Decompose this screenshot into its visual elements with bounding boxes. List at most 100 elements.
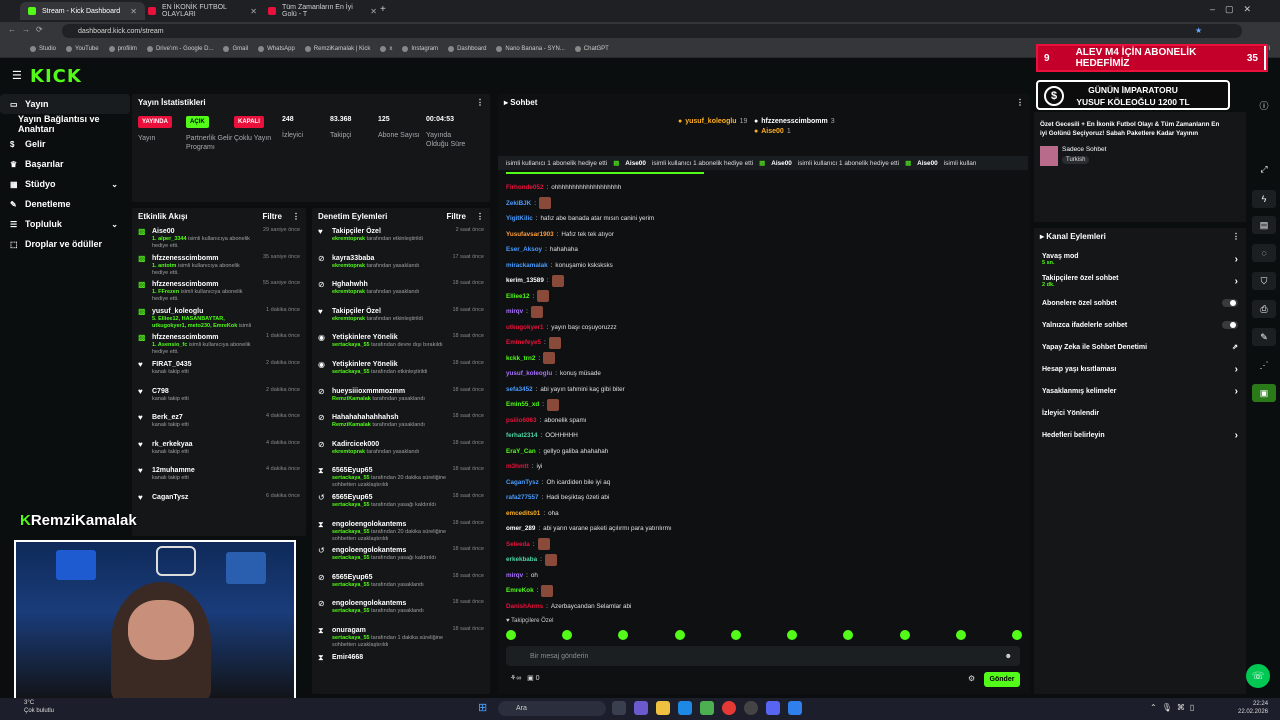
info-icon[interactable]: ⓘ: [1252, 96, 1276, 114]
channel-action[interactable]: Yalnızca ifadelerle sohbet: [1034, 314, 1246, 336]
chat-username[interactable]: YigitKilic: [506, 215, 533, 222]
channel-action[interactable]: Abonelere özel sohbet: [1034, 292, 1246, 314]
chat-message[interactable]: utkugokyer1: yayın başı coşuyoruzzz: [498, 320, 1028, 336]
close-icon[interactable]: ✕: [250, 7, 257, 16]
sidebar-item[interactable]: $ Gelir: [0, 134, 130, 154]
activity-item[interactable]: ▩ yusuf_koleoglu 5. Elliee12, HASANBAYTAR,…: [132, 304, 306, 331]
sidebar-item[interactable]: ♛ Başarılar: [0, 154, 130, 174]
toggle-switch[interactable]: [1222, 321, 1238, 329]
chat-message[interactable]: m3hmtt: iyi: [498, 459, 1028, 475]
taskbar-search[interactable]: Ara: [498, 701, 606, 716]
chat-username[interactable]: ZekiBJK: [506, 200, 531, 207]
bookmark-item[interactable]: YouTube: [66, 45, 99, 52]
chat-message[interactable]: yusuf_koleoglu: konuş müsade: [498, 366, 1028, 382]
moderation-item[interactable]: ⊘ kayra33baba ekremtoprak tarafından yasak…: [312, 251, 490, 278]
chat-username[interactable]: utkugokyer1: [506, 324, 543, 331]
bookmark-item[interactable]: x: [380, 45, 392, 52]
channel-action[interactable]: Yapay Zeka ile Sohbet Denetimi ⇗: [1034, 336, 1246, 358]
chat-message[interactable]: ferhat2314: OOHHHHH: [498, 428, 1028, 444]
wrench-icon[interactable]: ✎: [1252, 328, 1276, 346]
chat-message[interactable]: Eser_Aksoy: hahahaha: [498, 242, 1028, 258]
channel-action[interactable]: Takipçilere özel sohbet 2 dk. ›: [1034, 270, 1246, 292]
emote-icon[interactable]: [843, 630, 854, 640]
activity-item[interactable]: ♥ CaganTysz 6 dakika önce: [132, 490, 306, 517]
activity-item[interactable]: ♥ FIRAT_0435 kanalı takip etti 2 dakika önc…: [132, 357, 306, 384]
moderation-item[interactable]: ◉ Yetişkinlere Yönelik sertackaya_55 taraf…: [312, 330, 490, 357]
activity-item[interactable]: ♥ 12muhamme kanalı takip etti 4 dakika önce: [132, 463, 306, 490]
lightning-icon[interactable]: ϟ: [1252, 190, 1276, 208]
share-icon[interactable]: ⋰: [1252, 356, 1276, 374]
bookmark-item[interactable]: Nano Banana - SYN...: [496, 45, 565, 52]
toggle-switch[interactable]: [1222, 299, 1238, 307]
activity-item[interactable]: ♥ rk_erkekyaa kanalı takip etti 4 dakika ön…: [132, 437, 306, 464]
sidebar-item[interactable]: ▭ Yayın: [0, 94, 130, 114]
bookmark-item[interactable]: Dashboard: [448, 45, 486, 52]
chat-message[interactable]: Eminefeye5:: [498, 335, 1028, 351]
chat-message[interactable]: psiiio6063: abonelik spamı: [498, 413, 1028, 429]
bookmark-item[interactable]: ChatGPT: [574, 45, 609, 52]
more-icon[interactable]: ⋮: [292, 212, 300, 221]
chat-message[interactable]: Emin55_xd:: [498, 397, 1028, 413]
chat-message[interactable]: CaganTysz: Oh icardiden bile iyi aq: [498, 475, 1028, 491]
chat-message[interactable]: rafa277557: Hadi beşiktaş özeti abi: [498, 490, 1028, 506]
chat-username[interactable]: EmreKok: [506, 587, 534, 594]
emoji-icon[interactable]: ☻: [1005, 653, 1012, 660]
chat-message[interactable]: mirqv: oh: [498, 568, 1028, 584]
emote-icon[interactable]: [674, 630, 685, 640]
support-chat-icon[interactable]: ☏: [1246, 664, 1270, 688]
chat-message[interactable]: YigitKilic: hafız abe banada atar mısın c…: [498, 211, 1028, 227]
chat-message[interactable]: sefa3452: abi yayın tahmini kaç gibi bite…: [498, 382, 1028, 398]
weather-widget[interactable]: 3°C Çok bulutlu: [24, 699, 54, 715]
emote-icon[interactable]: [955, 630, 966, 640]
bookmark-item[interactable]: profilim: [108, 45, 137, 52]
chat-username[interactable]: Yusufavsar1903: [506, 231, 554, 238]
activity-item[interactable]: ▩ hfzzenesscimbomm 1. antotm isimli kullan…: [132, 251, 306, 278]
app-icon[interactable]: [788, 701, 802, 715]
emote-icon[interactable]: [562, 630, 573, 640]
chat-username[interactable]: Seleeda: [506, 541, 530, 548]
nav-buttons[interactable]: ←→⟳: [8, 25, 49, 34]
chat-bubble-icon[interactable]: ◌: [1252, 244, 1276, 262]
chat-username[interactable]: rafa277557: [506, 494, 539, 501]
bookmark-item[interactable]: WhatsApp: [258, 45, 295, 52]
window-controls[interactable]: –▢✕: [1210, 4, 1261, 15]
moderation-item[interactable]: ↺ 6565Eyup65 sertackaya_55 tarafından yasa…: [312, 490, 490, 517]
chat-username[interactable]: Elliee12: [506, 293, 529, 300]
chat-message[interactable]: Elliee12:: [498, 289, 1028, 305]
activity-item[interactable]: ♥ C798 kanalı takip etti 2 dakika önce: [132, 384, 306, 411]
chat-points[interactable]: ⚘∞ ▣ 0: [510, 674, 540, 682]
chat-username[interactable]: EraY_Can: [506, 448, 536, 455]
shield-icon[interactable]: ⛉: [1252, 272, 1276, 290]
chat-username[interactable]: Eminefeye5: [506, 339, 541, 346]
moderation-item[interactable]: ⊘ Hghahwhh ekremtoprak tarafından yasaklan…: [312, 277, 490, 304]
chat-username[interactable]: Emin55_xd: [506, 401, 539, 408]
activity-item[interactable]: ▩ hfzzenesscimbomm 1. FFrezen isimli kulla…: [132, 277, 306, 304]
close-icon[interactable]: ✕: [370, 7, 377, 16]
chat-message[interactable]: mirqv:: [498, 304, 1028, 320]
top-gifter[interactable]: ● yusuf_koleoglu 19: [678, 118, 747, 125]
clipboard-icon[interactable]: ▤: [1252, 216, 1276, 234]
moderation-item[interactable]: ⧗ engoloengolokantems sertackaya_55 tarafı…: [312, 517, 490, 544]
chat-username[interactable]: erkekbaba: [506, 556, 537, 563]
task-view-icon[interactable]: [612, 701, 626, 715]
send-button[interactable]: Gönder: [984, 672, 1020, 687]
activity-item[interactable]: ▩ Aise00 1. alper_3344 isimli kullanıcıya …: [132, 224, 306, 251]
chat-message[interactable]: ZekiBJK:: [498, 196, 1028, 212]
more-icon[interactable]: ⋮: [476, 212, 484, 221]
menu-icon[interactable]: ☰: [12, 69, 22, 82]
chat-message[interactable]: mirackamalak: konuşamio ksksksks: [498, 258, 1028, 274]
top-gifter[interactable]: ● Aise00 1: [754, 128, 791, 135]
more-icon[interactable]: ⋮: [1016, 98, 1024, 107]
bookmark-item[interactable]: Gmail: [223, 45, 248, 52]
emote-icon[interactable]: [899, 630, 910, 640]
chat-username[interactable]: kckk_trn2: [506, 355, 535, 362]
emote-icon[interactable]: [506, 630, 516, 640]
chat-message[interactable]: Yusufavsar1903: Hafız tek tek atıyor: [498, 227, 1028, 243]
bookmark-item[interactable]: Drive'ım - Google D...: [146, 45, 213, 52]
chat-message[interactable]: EraY_Can: gellyo galiba ahahahah: [498, 444, 1028, 460]
moderation-filter-button[interactable]: Filtre: [446, 212, 466, 221]
app-icon[interactable]: ▣: [1252, 384, 1276, 402]
channel-action[interactable]: Yavaş mod 5 sn. ›: [1034, 248, 1246, 270]
chat-input[interactable]: Bir mesaj gönderin ☻: [506, 646, 1020, 666]
moderation-item[interactable]: ⧗ Emir4668: [312, 650, 490, 677]
